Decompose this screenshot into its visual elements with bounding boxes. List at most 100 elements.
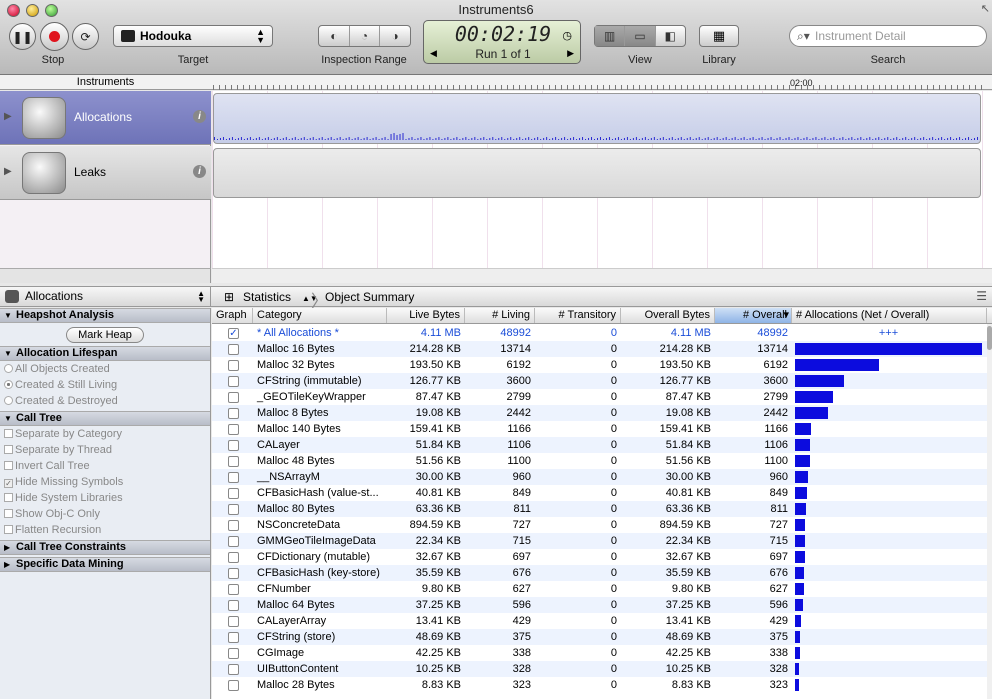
graph-checkbox[interactable] (228, 616, 239, 627)
table-row[interactable]: CFBasicHash (value-st... 40.81 KB 849 0 40.8… (212, 485, 987, 501)
list-menu-icon[interactable]: ☰ (976, 289, 987, 303)
graph-checkbox[interactable] (228, 376, 239, 387)
section-specific-data-mining[interactable]: ▶ Specific Data Mining (0, 557, 210, 572)
graph-checkbox[interactable] (228, 504, 239, 515)
allocations-graph[interactable] (213, 93, 981, 144)
target-select[interactable]: Hodouka ▲ ▼ (113, 25, 273, 47)
section-call-tree[interactable]: ▼ Call Tree (0, 411, 210, 426)
checkbox-show-objc-only[interactable]: Show Obj-C Only (4, 508, 100, 520)
table-row[interactable]: __NSArrayM 30.00 KB 960 0 30.00 KB 960 (212, 469, 987, 485)
view-detail-pane-button[interactable]: ▭ (624, 26, 655, 46)
library-button[interactable]: ▦ (699, 25, 739, 47)
graph-checkbox[interactable] (228, 632, 239, 643)
column-header[interactable]: Graph (212, 308, 253, 323)
table-row[interactable]: Malloc 48 Bytes 51.56 KB 1100 0 51.56 KB 1100 (212, 453, 987, 469)
section-allocation-lifespan[interactable]: ▼ Allocation Lifespan (0, 346, 210, 361)
table-row[interactable]: CFNumber 9.80 KB 627 0 9.80 KB 627 (212, 581, 987, 597)
table-row[interactable]: CFDictionary (mutable) 32.67 KB 697 0 32.67 … (212, 549, 987, 565)
view-extended-detail-button[interactable]: ◧ (654, 26, 685, 46)
table-vertical-scrollbar[interactable] (987, 324, 992, 699)
pause-button[interactable]: ❚❚ (9, 23, 36, 50)
graph-checkbox[interactable] (228, 488, 239, 499)
table-row[interactable]: CFBasicHash (key-store) 35.59 KB 676 0 35.59… (212, 565, 987, 581)
table-row[interactable]: Malloc 8 Bytes 19.08 KB 2442 0 19.08 KB 2442 (212, 405, 987, 421)
checkbox-separate-by-thread[interactable]: Separate by Thread (4, 444, 112, 456)
breadcrumb-statistics[interactable]: Statistics (243, 290, 291, 304)
instrument-detail-search-input[interactable]: ⌕▾ Instrument Detail (789, 25, 987, 47)
checkbox-flatten-recursion[interactable]: Flatten Recursion (4, 524, 101, 536)
table-row[interactable]: Malloc 140 Bytes 159.41 KB 1166 0 159.41 KB 1… (212, 421, 987, 437)
view-instruments-pane-button[interactable]: ▥ (595, 26, 625, 46)
graph-checkbox[interactable] (228, 392, 239, 403)
graph-checkbox[interactable] (228, 520, 239, 531)
table-row[interactable]: CGImage 42.25 KB 338 0 42.25 KB 338 (212, 645, 987, 661)
table-row[interactable]: CFString (store) 48.69 KB 375 0 48.69 KB 375 (212, 629, 987, 645)
radio-all-objects-created[interactable]: All Objects Created (4, 363, 110, 375)
checkbox-hide-system-libraries[interactable]: Hide System Libraries (4, 492, 123, 504)
column-header[interactable]: Live Bytes (387, 308, 465, 323)
checkbox-invert-call-tree[interactable]: Invert Call Tree (4, 460, 90, 472)
info-icon[interactable]: i (193, 165, 206, 178)
resize-icon[interactable]: ↖ (981, 2, 990, 15)
graph-checkbox[interactable] (228, 440, 239, 451)
table-row[interactable]: Malloc 16 Bytes 214.28 KB 13714 0 214.28 KB 1… (212, 341, 987, 357)
info-icon[interactable]: i (193, 110, 206, 123)
loop-button[interactable]: ⟳ (72, 23, 99, 50)
graph-checkbox[interactable] (228, 408, 239, 419)
column-header[interactable]: # Allocations (Net / Overall) (792, 308, 987, 323)
graph-checkbox[interactable] (228, 568, 239, 579)
table-row[interactable]: Malloc 32 Bytes 193.50 KB 6192 0 193.50 KB 61… (212, 357, 987, 373)
instrument-track-allocations[interactable]: ▶ Allocations i (0, 91, 211, 145)
next-run-button[interactable]: ▶ (567, 48, 574, 59)
graph-checkbox[interactable] (228, 456, 239, 467)
graph-checkbox[interactable] (228, 424, 239, 435)
table-row[interactable]: Malloc 80 Bytes 63.36 KB 811 0 63.36 KB 811 (212, 501, 987, 517)
table-row[interactable]: CFString (immutable) 126.77 KB 3600 0 126.77… (212, 373, 987, 389)
time-ruler[interactable] (213, 75, 983, 90)
section-heapshot-analysis[interactable]: ▼ Heapshot Analysis (0, 308, 210, 323)
graph-checkbox[interactable] (228, 360, 239, 371)
section-call-tree-constraints[interactable]: ▶ Call Tree Constraints (0, 540, 210, 555)
track-graph-area[interactable] (212, 91, 992, 279)
column-header[interactable]: Overall Bytes (621, 308, 715, 323)
graph-checkbox[interactable] (228, 600, 239, 611)
column-header[interactable]: # Overall ▾ (715, 308, 792, 323)
radio-created-still-living[interactable]: Created & Still Living (4, 379, 117, 391)
disclosure-triangle-icon[interactable]: ▶ (4, 166, 12, 177)
graph-checkbox[interactable] (228, 344, 239, 355)
detail-instrument-select[interactable]: Allocations ▲ ▼ (0, 287, 211, 306)
table-row[interactable]: Malloc 28 Bytes 8.83 KB 323 0 8.83 KB 323 (212, 677, 987, 693)
range-end-button[interactable]: ◑ (379, 26, 410, 46)
table-row[interactable]: CALayer 51.84 KB 1106 0 51.84 KB 1106 (212, 437, 987, 453)
column-header[interactable]: Category (253, 308, 387, 323)
checkbox-hide-missing-symbols[interactable]: ✓ Hide Missing Symbols (4, 476, 123, 488)
graph-checkbox[interactable] (228, 552, 239, 563)
disclosure-triangle-icon[interactable]: ▶ (4, 111, 12, 122)
checkbox-separate-by-category[interactable]: Separate by Category (4, 428, 122, 440)
column-header[interactable]: # Living (465, 308, 535, 323)
instrument-track-leaks[interactable]: ▶ Leaks i (0, 146, 211, 200)
graph-checkbox[interactable] (228, 664, 239, 675)
table-row[interactable]: NSConcreteData 894.59 KB 727 0 894.59 KB 727 (212, 517, 987, 533)
graph-checkbox[interactable] (228, 536, 239, 547)
range-clear-button[interactable]: ◔ (348, 26, 380, 46)
scrollbar-thumb[interactable] (987, 326, 992, 350)
breadcrumb-object-summary[interactable]: Object Summary (325, 290, 414, 304)
table-row[interactable]: CALayerArray 13.41 KB 429 0 13.41 KB 429 (212, 613, 987, 629)
mark-heap-button[interactable]: Mark Heap (66, 327, 144, 343)
graph-checkbox[interactable] (228, 472, 239, 483)
leaks-graph[interactable] (213, 148, 981, 198)
table-row[interactable]: Malloc 64 Bytes 37.25 KB 596 0 37.25 KB 596 (212, 597, 987, 613)
graph-checkbox[interactable] (228, 680, 239, 691)
clock-icon[interactable]: ◷ (562, 29, 572, 42)
graph-checkbox[interactable] (228, 648, 239, 659)
table-row[interactable]: UIButtonContent 10.25 KB 328 0 10.25 KB 328 (212, 661, 987, 677)
graph-checkbox[interactable] (228, 584, 239, 595)
column-header[interactable]: # Transitory (535, 308, 621, 323)
table-summary-row[interactable]: ✓ * All Allocations * 4.11 MB 48992 0 4.11 MB… (212, 325, 987, 341)
range-start-button[interactable]: ◐ (319, 26, 349, 46)
graph-checkbox[interactable]: ✓ (228, 328, 239, 339)
table-row[interactable]: _GEOTileKeyWrapper 87.47 KB 2799 0 87.47 KB 2… (212, 389, 987, 405)
radio-created-destroyed[interactable]: Created & Destroyed (4, 395, 118, 407)
record-stop-button[interactable] (40, 22, 69, 51)
